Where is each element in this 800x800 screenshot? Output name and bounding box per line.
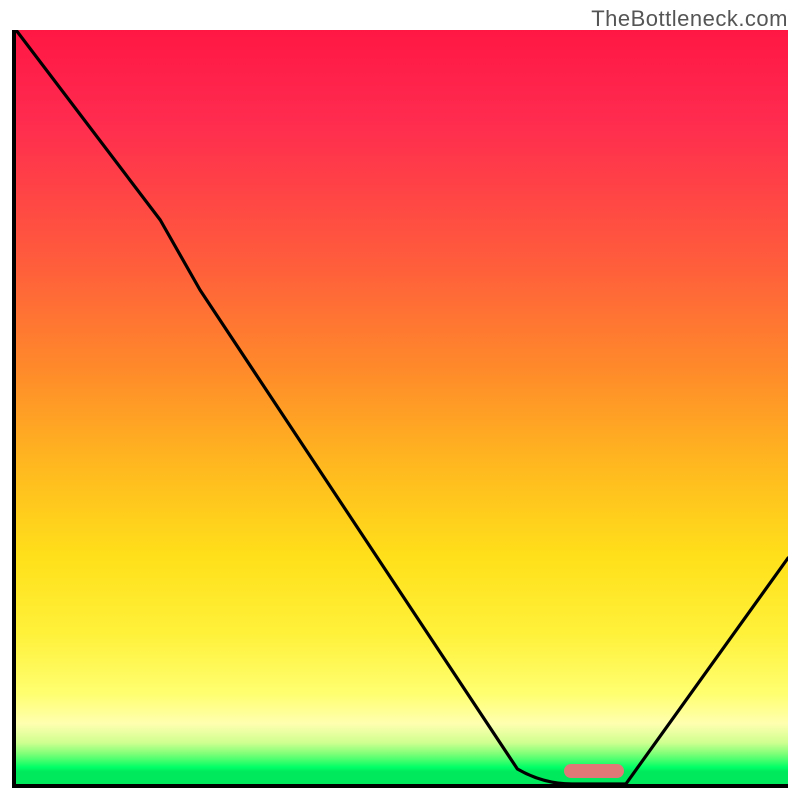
optimal-range-marker bbox=[564, 764, 624, 778]
chart-canvas: TheBottleneck.com bbox=[0, 0, 800, 800]
bottleneck-curve bbox=[16, 30, 788, 784]
watermark-text: TheBottleneck.com bbox=[591, 6, 788, 32]
plot-area bbox=[12, 30, 788, 788]
